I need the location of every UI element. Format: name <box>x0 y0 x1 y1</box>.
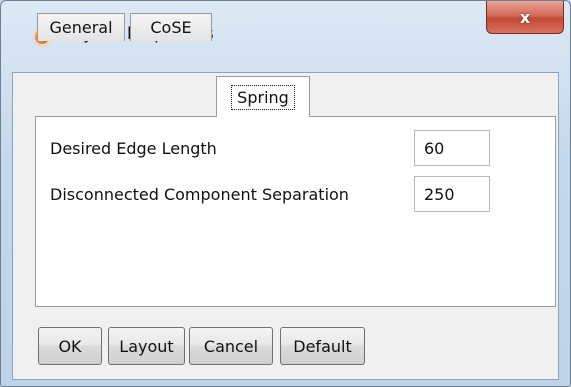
cancel-button[interactable]: Cancel <box>189 327 273 365</box>
tab-general-label: General <box>49 18 113 37</box>
default-button[interactable]: Default <box>280 327 365 365</box>
tab-spring[interactable]: Spring <box>216 76 310 117</box>
tab-spring-label: Spring <box>231 84 295 110</box>
close-button[interactable]: x <box>486 1 564 34</box>
layout-button[interactable]: Layout <box>108 327 185 365</box>
desired-edge-length-label: Desired Edge Length <box>50 139 217 158</box>
tab-cose[interactable]: CoSE <box>130 13 212 41</box>
disconnected-component-separation-field[interactable]: 250 <box>414 176 490 212</box>
desired-edge-length-field[interactable]: 60 <box>414 130 490 166</box>
close-icon: x <box>519 7 531 27</box>
tab-general[interactable]: General <box>37 13 125 41</box>
ok-button[interactable]: OK <box>38 327 102 365</box>
tab-cose-label: CoSE <box>150 18 192 37</box>
disconnected-component-separation-label: Disconnected Component Separation <box>50 185 349 204</box>
